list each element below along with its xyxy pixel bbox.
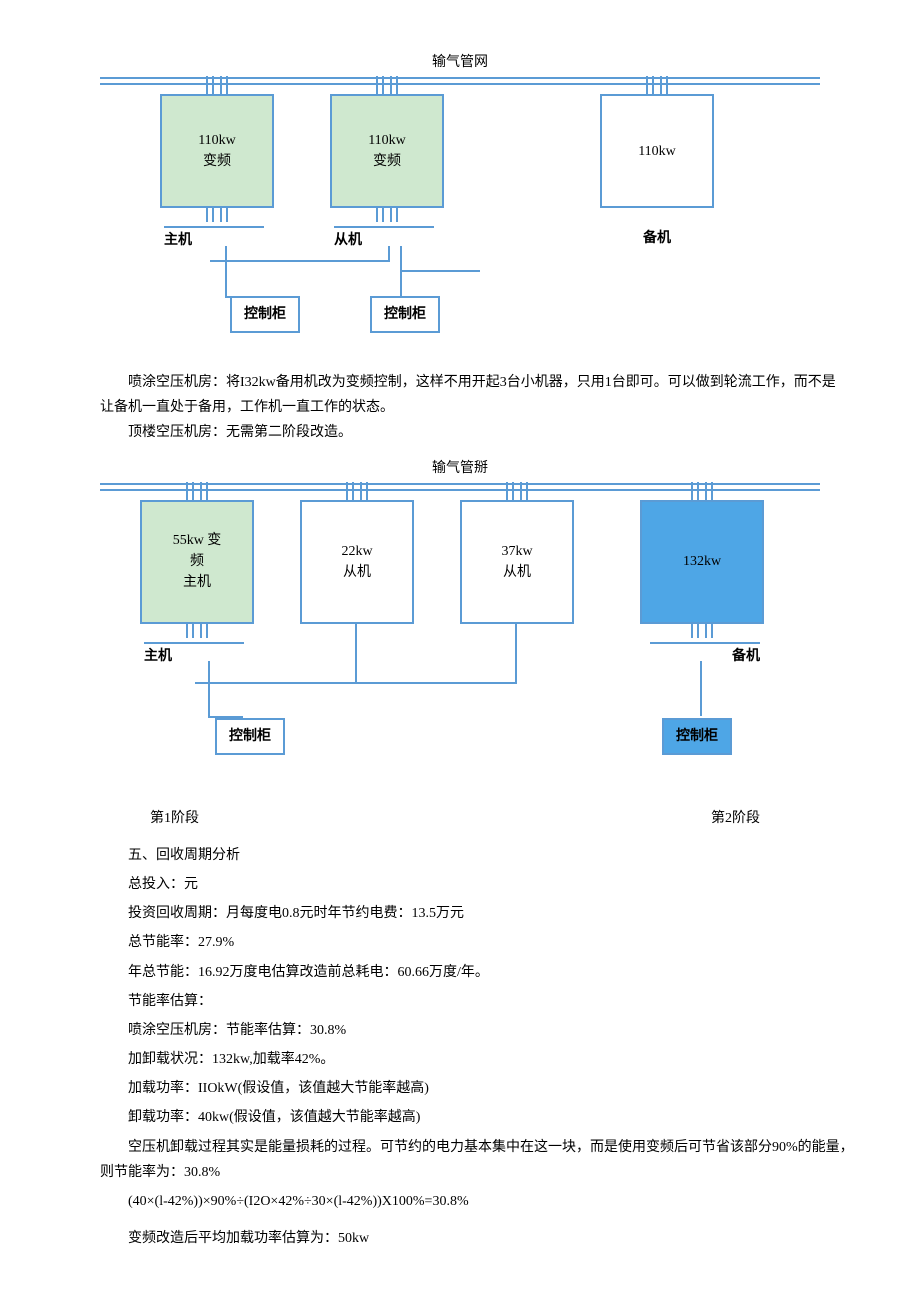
d1-role-3: 备机 <box>643 226 671 251</box>
d1-hline-c <box>400 270 480 272</box>
para-2: 顶楼空压机房：无需第二阶段改造。 <box>100 420 840 445</box>
phase-labels: 第1阶段 第2阶段 <box>150 806 820 831</box>
line-3: 总节能率：27.9% <box>100 930 860 955</box>
d1-role-1: 主机 <box>164 226 264 253</box>
line-10: 空压机卸载过程其实是能量损耗的过程。可节约的电力基本集中在这一块，而是使用变频后… <box>100 1135 860 1185</box>
d1-box-2: 110kw 变频 <box>330 94 444 208</box>
d2-ctrl-2: 控制柜 <box>662 718 732 755</box>
d2-col-3: 37kw 从机 <box>460 482 574 624</box>
d2-box2-l2: 从机 <box>343 562 371 583</box>
d2-vl-r <box>700 661 702 716</box>
d1-vline-b <box>388 246 390 260</box>
d2-ctrl-1: 控制柜 <box>215 718 285 755</box>
d2-box-4: 132kw <box>640 500 764 624</box>
line-9: 卸载功率：40kw(假设值，该值越大节能率越高) <box>100 1105 860 1130</box>
line-11: 变频改造后平均加载功率估算为：50kw <box>100 1226 860 1251</box>
d1-ctrl-2: 控制柜 <box>370 296 440 333</box>
d2-vl-b2 <box>515 622 517 682</box>
d2-col-2: 22kw 从机 <box>300 482 414 624</box>
d2-col-4: 132kw 备机 <box>640 482 764 669</box>
d1-hline-b <box>210 260 390 262</box>
d2-box-2: 22kw 从机 <box>300 500 414 624</box>
phase-2-label: 第2阶段 <box>711 806 760 831</box>
diagram-1: 输气管网 110kw 变频 主机 110kw 变频 从机 110kw 备机 控制… <box>100 50 820 350</box>
d1-box2-line2: 变频 <box>373 151 401 172</box>
formula: (40×(l-42%))×90%÷(I2O×42%÷30×(l-42%))X10… <box>100 1189 860 1214</box>
para-1: 喷涂空压机房：将I32kw备用机改为变频控制，这样不用开起3台小机器，只用1台即… <box>100 370 840 420</box>
d2-hl-b <box>195 682 517 684</box>
d2-vl-b1 <box>355 622 357 682</box>
diagram2-title: 输气管掰 <box>100 456 820 481</box>
d1-box-1: 110kw 变频 <box>160 94 274 208</box>
d1-vline-a <box>225 246 227 296</box>
line-1: 总投入：元 <box>100 872 860 897</box>
d1-box3-line1: 110kw <box>638 141 676 162</box>
phase-1-label: 第1阶段 <box>150 806 199 831</box>
d1-role-2: 从机 <box>334 226 434 253</box>
d2-col-1: 55kw 变 频 主机 主机 <box>140 482 254 669</box>
d2-box-1: 55kw 变 频 主机 <box>140 500 254 624</box>
line-2: 投资回收周期：月每度电0.8元时年节约电费：13.5万元 <box>100 901 860 926</box>
d1-col-2: 110kw 变频 从机 <box>330 76 444 253</box>
d2-box1-l2: 频 <box>190 551 204 572</box>
d2-box3-l2: 从机 <box>503 562 531 583</box>
d2-role-1: 主机 <box>144 642 244 669</box>
section-5-title: 五、回收周期分析 <box>100 843 860 868</box>
d1-box-3: 110kw <box>600 94 714 208</box>
diagram1-title: 输气管网 <box>100 50 820 75</box>
d2-role-4: 备机 <box>650 642 760 669</box>
d1-box2-line1: 110kw <box>368 130 406 151</box>
d1-col-3: 110kw 备机 <box>600 76 714 251</box>
d2-box2-l1: 22kw <box>341 541 372 562</box>
line-6: 喷涂空压机房：节能率估算：30.8% <box>100 1018 860 1043</box>
d1-col-1: 110kw 变频 主机 <box>160 76 274 253</box>
line-8: 加载功率：IIOkW(假设值，该值越大节能率越高) <box>100 1076 860 1101</box>
line-5: 节能率估算： <box>100 989 860 1014</box>
d2-box4-l1: 132kw <box>683 551 721 572</box>
d2-box3-l1: 37kw <box>501 541 532 562</box>
d2-box1-l3: 主机 <box>183 572 211 593</box>
d1-ctrl-1: 控制柜 <box>230 296 300 333</box>
d1-box1-line2: 变频 <box>203 151 231 172</box>
line-7: 加卸载状况：132kw,加载率42%。 <box>100 1047 860 1072</box>
d1-box1-line1: 110kw <box>198 130 236 151</box>
line-4: 年总节能：16.92万度电估算改造前总耗电：60.66万度/年。 <box>100 960 860 985</box>
d2-box1-l1: 55kw 变 <box>173 530 222 551</box>
d2-vl-a <box>208 661 210 716</box>
diagram-2: 输气管掰 55kw 变 频 主机 主机 22kw 从机 37kw 从机 132k… <box>100 456 820 786</box>
d2-box-3: 37kw 从机 <box>460 500 574 624</box>
